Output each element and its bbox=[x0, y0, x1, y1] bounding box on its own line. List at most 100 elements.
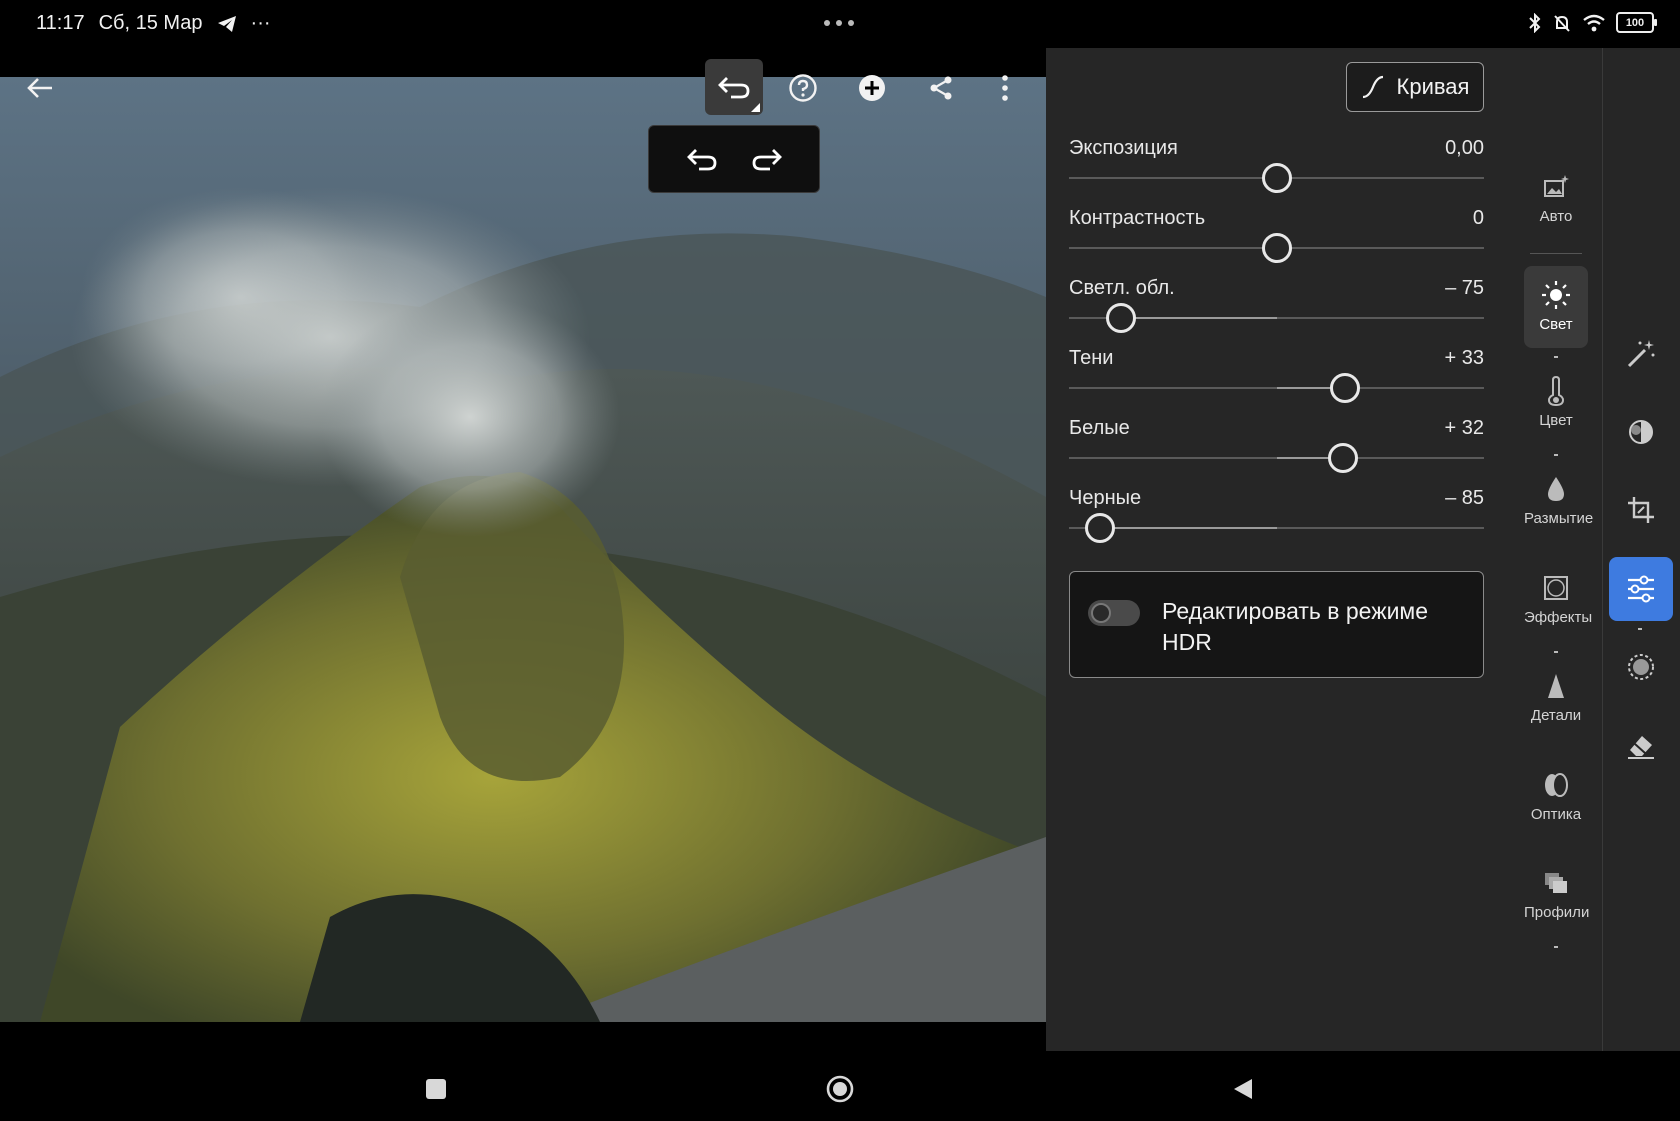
home-circle-icon bbox=[825, 1074, 855, 1104]
slider-thumb[interactable] bbox=[1261, 233, 1292, 263]
slider-track[interactable] bbox=[1069, 373, 1484, 403]
slider-value[interactable]: – 75 bbox=[1445, 277, 1484, 300]
bluetooth-icon bbox=[1528, 12, 1542, 33]
category-auto[interactable]: Авто bbox=[1524, 170, 1588, 225]
thermometer-icon bbox=[1524, 374, 1588, 408]
curve-icon bbox=[1361, 75, 1385, 99]
slider-label: Экспозиция bbox=[1069, 137, 1178, 159]
category-blur[interactable]: Размытие bbox=[1524, 472, 1593, 527]
slider-track[interactable] bbox=[1069, 163, 1484, 193]
mute-icon bbox=[1552, 13, 1572, 33]
slider-fill bbox=[1100, 527, 1277, 529]
slider-track[interactable] bbox=[1069, 513, 1484, 543]
hdr-toggle[interactable] bbox=[1088, 600, 1140, 626]
undo-expand-indicator bbox=[751, 103, 760, 112]
slider-label: Белые bbox=[1069, 417, 1130, 439]
battery-icon: 100 bbox=[1616, 12, 1657, 33]
redo-icon[interactable] bbox=[751, 146, 783, 172]
back-arrow-icon[interactable] bbox=[22, 70, 58, 106]
category-label: Профили bbox=[1524, 904, 1590, 921]
effects-icon bbox=[1524, 571, 1588, 605]
add-icon[interactable] bbox=[854, 70, 890, 106]
slider-label: Тени bbox=[1069, 347, 1114, 369]
home-button[interactable] bbox=[820, 1069, 860, 1109]
category-indicator bbox=[1554, 946, 1558, 948]
slider-label: Контрастность bbox=[1069, 207, 1206, 229]
category-divider bbox=[1530, 253, 1582, 254]
profiles-icon bbox=[1524, 866, 1588, 900]
auto-icon bbox=[1524, 170, 1588, 204]
slider-label: Светл. обл. bbox=[1069, 277, 1175, 299]
slider-track[interactable] bbox=[1069, 233, 1484, 263]
telegram-icon bbox=[217, 15, 237, 33]
category-label: Детали bbox=[1530, 707, 1582, 724]
recents-button[interactable] bbox=[416, 1069, 456, 1109]
category-light[interactable]: Свет bbox=[1524, 266, 1588, 348]
hdr-label: Редактировать в режиме HDR bbox=[1162, 598, 1429, 655]
tools-column bbox=[1602, 48, 1680, 1051]
healing-icon[interactable] bbox=[1616, 410, 1666, 454]
light-icon bbox=[1524, 278, 1588, 312]
status-overflow: ··· bbox=[250, 12, 271, 34]
category-label: Авто bbox=[1539, 208, 1573, 225]
category-profiles[interactable]: Профили bbox=[1524, 866, 1590, 921]
category-indicator bbox=[1554, 454, 1558, 456]
slider-track[interactable] bbox=[1069, 303, 1484, 333]
system-nav-bar bbox=[0, 1051, 1680, 1121]
slider-value[interactable]: 0 bbox=[1473, 207, 1484, 230]
slider-track[interactable] bbox=[1069, 443, 1484, 473]
wifi-icon bbox=[1582, 14, 1606, 32]
magic-wand-icon[interactable] bbox=[1616, 332, 1666, 376]
curve-button[interactable]: Кривая bbox=[1346, 62, 1484, 112]
slider-value[interactable]: + 32 bbox=[1445, 417, 1484, 440]
category-indicator bbox=[1554, 356, 1558, 358]
crop-icon[interactable] bbox=[1616, 488, 1666, 532]
tool-indicator bbox=[1638, 628, 1642, 630]
category-effects[interactable]: Эффекты bbox=[1524, 571, 1592, 626]
hdr-edit-card: Редактировать в режиме HDR bbox=[1069, 571, 1484, 678]
eraser-icon[interactable] bbox=[1616, 723, 1666, 767]
category-label: Цвет bbox=[1539, 412, 1573, 429]
more-vert-icon[interactable] bbox=[987, 70, 1023, 106]
drop-icon bbox=[1524, 472, 1588, 506]
category-label: Размытие bbox=[1524, 510, 1594, 527]
curve-label: Кривая bbox=[1396, 74, 1470, 99]
slider-label: Черные bbox=[1069, 487, 1142, 509]
square-icon bbox=[425, 1078, 447, 1100]
category-label: Свет bbox=[1539, 316, 1573, 333]
slider-value[interactable]: + 33 bbox=[1445, 347, 1484, 370]
undo-icon bbox=[717, 74, 751, 100]
category-label: Оптика bbox=[1530, 806, 1582, 823]
slider-fill bbox=[1120, 317, 1277, 319]
category-color[interactable]: Цвет bbox=[1524, 374, 1588, 429]
slider-value[interactable]: – 85 bbox=[1445, 487, 1484, 510]
back-triangle-icon bbox=[1232, 1077, 1254, 1101]
status-time: 11:17 bbox=[36, 12, 85, 34]
share-icon[interactable] bbox=[923, 70, 959, 106]
category-label: Эффекты bbox=[1524, 609, 1593, 626]
undo-button[interactable] bbox=[705, 59, 763, 115]
category-optics[interactable]: Оптика bbox=[1524, 768, 1588, 823]
slider-thumb[interactable] bbox=[1261, 163, 1292, 193]
undo-redo-popup bbox=[648, 125, 820, 193]
slider-thumb[interactable] bbox=[1105, 303, 1136, 333]
masking-icon[interactable] bbox=[1616, 645, 1666, 689]
help-icon[interactable] bbox=[785, 70, 821, 106]
slider-thumb[interactable] bbox=[1329, 373, 1360, 403]
edit-panel bbox=[1046, 48, 1602, 1051]
slider-thumb[interactable] bbox=[1327, 443, 1358, 473]
category-indicator bbox=[1554, 651, 1558, 653]
slider-thumb[interactable] bbox=[1085, 513, 1116, 543]
photo-canvas[interactable] bbox=[0, 77, 1046, 1022]
adjust-sliders-icon[interactable] bbox=[1609, 557, 1673, 621]
status-bar: 11:17 Сб, 15 Мар ··· 100 bbox=[0, 0, 1680, 46]
details-icon bbox=[1524, 669, 1588, 703]
lens-icon bbox=[1524, 768, 1588, 802]
category-details[interactable]: Детали bbox=[1524, 669, 1588, 724]
slider-value[interactable]: 0,00 bbox=[1445, 137, 1484, 160]
undo-icon[interactable] bbox=[686, 146, 718, 172]
toggle-knob bbox=[1091, 603, 1111, 623]
multitask-handle[interactable] bbox=[824, 20, 854, 26]
status-date: Сб, 15 Мар bbox=[98, 12, 203, 34]
back-button[interactable] bbox=[1223, 1069, 1263, 1109]
